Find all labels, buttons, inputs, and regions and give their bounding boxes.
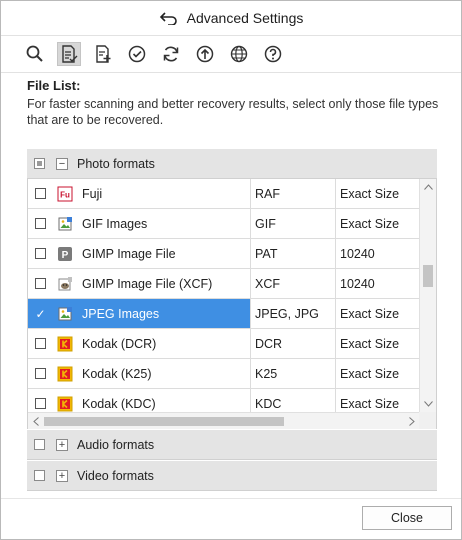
file-list-icon[interactable] bbox=[57, 42, 81, 66]
row-checkbox[interactable] bbox=[35, 278, 46, 289]
file-type-cell[interactable]: Kodak (K25) bbox=[28, 359, 251, 388]
size-cell: Exact Size bbox=[340, 366, 400, 381]
extension-cell: GIF bbox=[251, 209, 336, 238]
table-row[interactable]: Fu Fuji RAF Exact Size bbox=[28, 179, 420, 209]
gimp-pattern-icon: P bbox=[57, 246, 73, 262]
row-checkbox[interactable] bbox=[35, 248, 46, 259]
group-photo-checkbox[interactable] bbox=[34, 158, 45, 169]
horizontal-scroll-thumb[interactable] bbox=[44, 417, 284, 426]
help-icon[interactable] bbox=[261, 42, 285, 66]
close-button[interactable]: Close bbox=[362, 506, 452, 530]
table-rows: Fu Fuji RAF Exact Size GIF Images GIF Exact Si… bbox=[28, 179, 420, 419]
check-icon[interactable] bbox=[125, 42, 149, 66]
group-label: Video formats bbox=[77, 468, 154, 483]
expand-toggle[interactable]: + bbox=[56, 469, 68, 482]
kodak-icon bbox=[57, 396, 73, 412]
scroll-down-icon[interactable] bbox=[420, 396, 436, 412]
image-file-icon bbox=[57, 216, 73, 232]
file-type-name: Kodak (KDC) bbox=[82, 396, 156, 411]
scroll-right-icon[interactable] bbox=[404, 413, 420, 429]
horizontal-scrollbar[interactable] bbox=[28, 412, 420, 429]
scroll-left-icon[interactable] bbox=[28, 413, 44, 429]
image-file-icon bbox=[57, 306, 73, 322]
svg-text:P: P bbox=[62, 250, 69, 261]
globe-icon[interactable] bbox=[227, 42, 251, 66]
table-row[interactable]: Kodak (DCR) DCR Exact Size bbox=[28, 329, 420, 359]
svg-text:Fu: Fu bbox=[60, 190, 70, 199]
kodak-icon bbox=[57, 336, 73, 352]
row-checkbox[interactable] bbox=[35, 188, 46, 199]
extension-cell: JPEG, JPG bbox=[251, 299, 336, 328]
group-photo-formats[interactable]: − Photo formats bbox=[27, 149, 437, 179]
table-row[interactable]: GIF Images GIF Exact Size bbox=[28, 209, 420, 239]
extension-cell: XCF bbox=[251, 269, 336, 298]
row-checkbox[interactable] bbox=[35, 368, 46, 379]
file-list-description: For faster scanning and better recovery … bbox=[27, 97, 439, 127]
file-type-name: Kodak (DCR) bbox=[82, 336, 157, 351]
size-cell: Exact Size bbox=[340, 186, 400, 201]
group-audio-formats[interactable]: + Audio formats bbox=[27, 430, 437, 460]
file-type-cell[interactable]: Fu Fuji bbox=[28, 179, 251, 208]
upload-icon[interactable] bbox=[193, 42, 217, 66]
file-type-name: GIMP Image File bbox=[82, 246, 176, 261]
size-cell: 10240 bbox=[340, 276, 375, 291]
file-type-name: Fuji bbox=[82, 186, 103, 201]
row-checkbox[interactable] bbox=[35, 338, 46, 349]
fuji-icon: Fu bbox=[57, 186, 73, 202]
size-cell: Exact Size bbox=[340, 336, 400, 351]
file-type-name: GIF Images bbox=[82, 216, 148, 231]
scroll-up-icon[interactable] bbox=[420, 179, 436, 195]
extension-cell: K25 bbox=[251, 359, 336, 388]
row-checkbox[interactable] bbox=[35, 398, 46, 409]
table-row[interactable]: ✓ JPEG Images JPEG, JPG Exact Size bbox=[28, 299, 420, 329]
kodak-icon bbox=[57, 366, 73, 382]
table-row[interactable]: Kodak (K25) K25 Exact Size bbox=[28, 359, 420, 389]
group-label: Audio formats bbox=[77, 437, 155, 452]
file-type-cell[interactable]: GIMP Image File (XCF) bbox=[28, 269, 251, 298]
file-type-cell[interactable]: Kodak (DCR) bbox=[28, 329, 251, 358]
file-type-cell[interactable]: ✓ JPEG Images bbox=[28, 299, 251, 328]
toolbar bbox=[1, 35, 461, 73]
file-type-cell[interactable]: GIF Images bbox=[28, 209, 251, 238]
footer-divider bbox=[1, 498, 461, 499]
refresh-icon[interactable] bbox=[159, 42, 183, 66]
title-bar: Advanced Settings bbox=[1, 1, 461, 35]
file-type-name: Kodak (K25) bbox=[82, 366, 152, 381]
size-cell: Exact Size bbox=[340, 306, 400, 321]
extension-cell: RAF bbox=[251, 179, 336, 208]
group-video-checkbox[interactable] bbox=[34, 470, 45, 481]
back-arrow-icon[interactable] bbox=[159, 11, 179, 25]
expand-toggle[interactable]: + bbox=[56, 438, 68, 451]
window-title: Advanced Settings bbox=[186, 10, 304, 26]
advanced-settings-window: Advanced Settings File List: For faster … bbox=[0, 0, 462, 540]
row-checkbox[interactable] bbox=[35, 218, 46, 229]
file-type-name: JPEG Images bbox=[82, 306, 160, 321]
group-label: Photo formats bbox=[77, 156, 155, 171]
scrollbar-corner bbox=[419, 412, 436, 429]
extension-cell: DCR bbox=[251, 329, 336, 358]
group-audio-checkbox[interactable] bbox=[34, 439, 45, 450]
vertical-scrollbar[interactable] bbox=[419, 179, 436, 412]
add-file-icon[interactable] bbox=[91, 42, 115, 66]
collapse-toggle[interactable]: − bbox=[56, 157, 68, 170]
file-type-name: GIMP Image File (XCF) bbox=[82, 276, 213, 291]
vertical-scroll-thumb[interactable] bbox=[423, 265, 433, 287]
size-cell: 10240 bbox=[340, 246, 375, 261]
group-video-formats[interactable]: + Video formats bbox=[27, 461, 437, 491]
file-list-heading: File List: bbox=[27, 78, 81, 93]
table-row[interactable]: P GIMP Image File PAT 10240 bbox=[28, 239, 420, 269]
search-icon[interactable] bbox=[23, 42, 47, 66]
extension-cell: PAT bbox=[251, 239, 336, 268]
table-row[interactable]: GIMP Image File (XCF) XCF 10240 bbox=[28, 269, 420, 299]
photo-formats-table: Fu Fuji RAF Exact Size GIF Images GIF Exact Si… bbox=[27, 179, 437, 429]
file-type-cell[interactable]: P GIMP Image File bbox=[28, 239, 251, 268]
row-checkbox[interactable]: ✓ bbox=[35, 307, 46, 321]
gimp-icon bbox=[57, 276, 73, 292]
size-cell: Exact Size bbox=[340, 216, 400, 231]
file-list-info: File List: For faster scanning and bette… bbox=[27, 78, 439, 128]
